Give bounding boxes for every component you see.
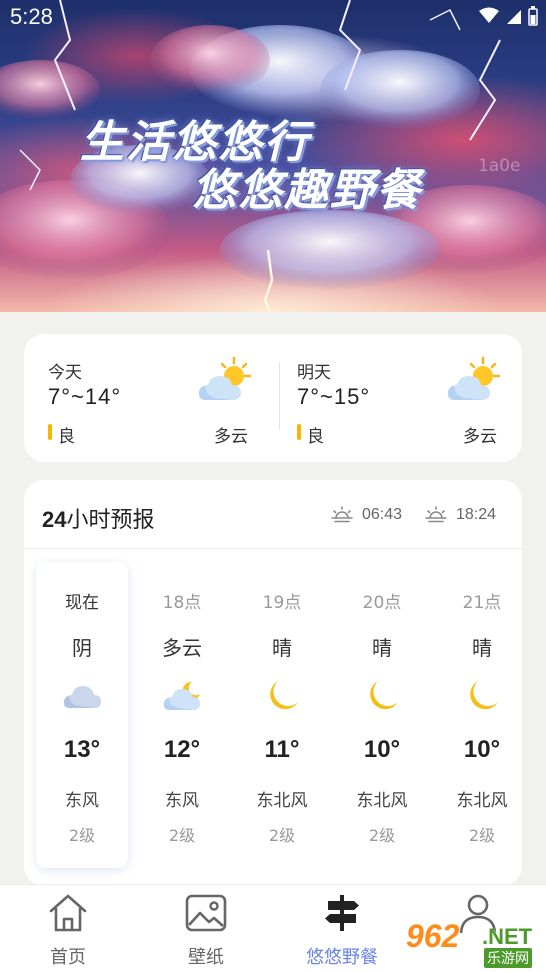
hour-condition: 晴 [272, 636, 292, 660]
hour-wind-direction: 东北风 [256, 791, 308, 811]
hour-column[interactable]: 20点 晴 10° 东北风 2级 [336, 562, 428, 868]
cloudy-icon [63, 686, 101, 708]
battery-icon [528, 6, 538, 26]
air-quality-bar [297, 424, 301, 440]
today-weather[interactable]: 今天 7°~14° 良 多云 [24, 334, 272, 462]
hour-label: 20点 [362, 593, 402, 613]
sunset-time-text: 18:24 [456, 506, 497, 523]
tomorrow-weather[interactable]: 明天 7°~15° 良 多云 [273, 334, 521, 462]
sunset-icon [425, 506, 447, 523]
hour-column-now[interactable]: 现在 阴 13° 东风 2级 [36, 562, 128, 868]
hour-temperature: 13° [63, 736, 101, 763]
air-quality-text: 良 [307, 427, 324, 447]
signpost-icon [325, 895, 359, 931]
hour-temperature: 10° [463, 736, 501, 763]
hour-label: 19点 [262, 593, 302, 613]
nav-home[interactable]: 首页 [8, 891, 128, 969]
hour-label: 18点 [162, 593, 202, 613]
hour-condition: 阴 [72, 636, 92, 660]
hour-label: 21点 [462, 593, 502, 613]
hour-condition: 晴 [372, 636, 392, 660]
hour-column[interactable]: 18点 多云 12° 东风 2级 [136, 562, 228, 868]
banner-slogan-line2: 悠悠趣野餐 [192, 165, 422, 216]
hour-label: 现在 [65, 593, 99, 613]
hour-condition: 晴 [472, 636, 492, 660]
sunrise-icon [331, 506, 353, 523]
wifi-icon [479, 7, 499, 23]
forecast-title-text: 小时预报 [66, 508, 155, 533]
status-time: 5:28 [10, 4, 53, 29]
logo-chinese: 乐游网 [484, 948, 532, 968]
hour-wind-level: 2级 [68, 826, 96, 845]
hour-wind-level: 2级 [468, 826, 496, 845]
sunset-time: 18:24 [424, 505, 496, 525]
forecast-divider [24, 548, 522, 549]
nav-label: 首页 [50, 947, 86, 968]
air-quality-text: 良 [58, 427, 75, 447]
nav-wallpaper[interactable]: 壁纸 [146, 891, 266, 969]
day-condition: 多云 [214, 427, 248, 447]
site-watermark-logo: 962 .NET 乐游网 [406, 918, 542, 968]
day-label: 今天 [48, 363, 82, 383]
sunrise-time: 06:43 [330, 505, 402, 525]
hero-banner: 生活悠悠行 悠悠趣野餐 1a0e [0, 0, 546, 312]
hour-column[interactable]: 19点 晴 11° 东北风 2级 [236, 562, 328, 868]
hour-wind-direction: 东北风 [456, 791, 508, 811]
partly-cloudy-icon [198, 356, 252, 400]
hour-column[interactable]: 21点 晴 10° 东北风 2级 [436, 562, 522, 868]
daily-weather-card: 今天 7°~14° 良 多云 明天 7°~15° 良 多云 [24, 334, 522, 462]
partly-cloudy-night-icon [163, 681, 200, 710]
forecast-title-number: 24 [42, 507, 67, 532]
air-quality-bar [48, 424, 52, 440]
day-temperature: 7°~15° [297, 384, 371, 409]
banner-watermark: 1a0e [478, 156, 521, 176]
partly-cloudy-icon [447, 356, 501, 400]
nav-label: 壁纸 [188, 947, 224, 968]
status-icons [478, 6, 538, 26]
hour-wind-direction: 东风 [165, 791, 199, 811]
nav-label: 悠悠野餐 [306, 947, 378, 968]
forecast-title: 24小时预报 [42, 502, 155, 534]
nav-picnic[interactable]: 悠悠野餐 [282, 891, 402, 969]
moon-icon [470, 681, 498, 710]
image-icon [185, 894, 227, 932]
hour-wind-level: 2级 [368, 826, 396, 845]
hour-wind-direction: 东北风 [356, 791, 408, 811]
hour-temperature: 12° [163, 736, 201, 763]
moon-icon [270, 681, 298, 710]
hour-condition: 多云 [162, 636, 202, 660]
day-temperature: 7°~14° [48, 384, 122, 409]
day-label: 明天 [297, 363, 331, 383]
hour-wind-direction: 东风 [65, 791, 99, 811]
logo-net: .NET [482, 924, 533, 949]
hour-wind-level: 2级 [268, 826, 296, 845]
hourly-forecast-card: 24小时预报 06:43 18:24 现在 阴 13° 东风 2级 18点 多云… [24, 480, 522, 886]
hour-temperature: 10° [363, 736, 401, 763]
hour-wind-level: 2级 [168, 826, 196, 845]
sunrise-time-text: 06:43 [362, 506, 403, 523]
home-icon [49, 894, 87, 932]
day-condition: 多云 [463, 427, 497, 447]
logo-number: 962 [406, 918, 460, 954]
signal-icon [507, 10, 521, 24]
moon-icon [370, 681, 398, 710]
hour-temperature: 11° [264, 736, 300, 763]
